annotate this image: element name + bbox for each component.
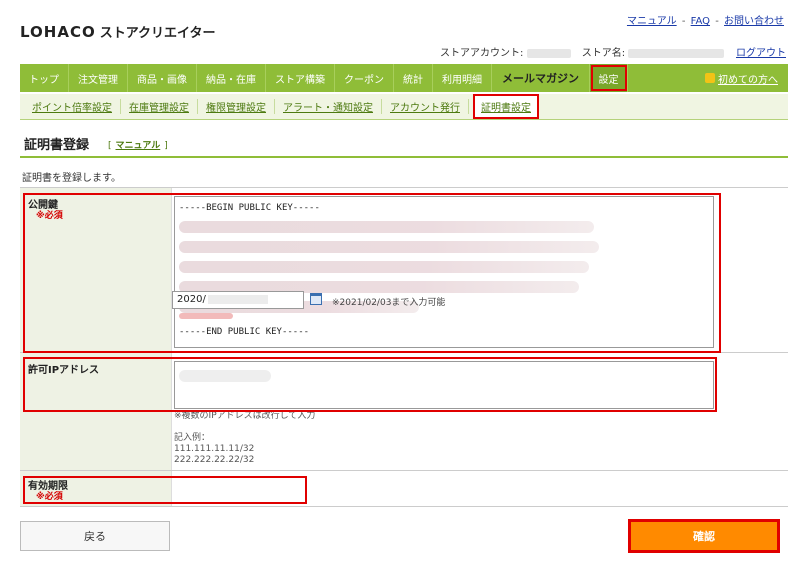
faq-link[interactable]: FAQ	[691, 16, 710, 27]
nav-item-products[interactable]: 商品・画像	[128, 64, 197, 92]
title-divider	[20, 156, 788, 158]
calendar-icon[interactable]	[310, 293, 322, 305]
key-redacted-line	[179, 261, 589, 273]
book-icon	[705, 73, 715, 83]
subnav-permissions[interactable]: 権限管理設定	[198, 99, 275, 114]
bracket-close: ]	[164, 141, 168, 151]
top-links: マニュアル - FAQ - お問い合わせ	[625, 12, 786, 27]
expiry-date-input[interactable]: 2020/	[172, 291, 304, 309]
subnav-alerts[interactable]: アラート・通知設定	[275, 99, 382, 114]
back-button[interactable]: 戻る	[20, 521, 170, 551]
page-title: 証明書登録	[24, 138, 90, 153]
expiry-value: 2020/	[177, 294, 206, 305]
key-redacted-line	[179, 313, 233, 319]
key-redacted-line	[179, 221, 594, 233]
bracket-open: [	[108, 141, 112, 151]
certificate-form: 公開鍵 ※必須 -----BEGIN PUBLIC KEY----- -----…	[20, 187, 788, 507]
beginners-guide-link[interactable]: 初めての方へ	[705, 64, 788, 92]
public-key-row: 公開鍵 ※必須 -----BEGIN PUBLIC KEY----- -----…	[20, 188, 788, 353]
ip-redacted-line	[179, 370, 271, 382]
store-value-redacted	[628, 48, 725, 58]
required-mark: ※必須	[36, 492, 63, 502]
nav-item-settings[interactable]: 設定	[590, 64, 628, 92]
expiry-row: 有効期限 ※必須	[20, 471, 788, 507]
nav-item-orders[interactable]: 注文管理	[69, 64, 128, 92]
lohaco-logo: LOHACO ストアクリエイター	[20, 22, 216, 41]
guide-label: 初めての方へ	[718, 74, 778, 86]
manual-link-group: [ マニュアル]	[108, 138, 168, 151]
nav-item-mail-magazine[interactable]: メールマガジン	[492, 64, 590, 92]
intro-text: 証明書を登録します。	[22, 173, 121, 184]
nav-item-coupon[interactable]: クーポン	[335, 64, 394, 92]
link-separator: -	[715, 16, 719, 27]
link-separator: -	[681, 16, 686, 27]
contact-link[interactable]: お問い合わせ	[724, 16, 784, 27]
manual-link[interactable]: マニュアル	[116, 141, 161, 151]
subnav-account-issue[interactable]: アカウント発行	[382, 99, 469, 114]
key-end-line: -----END PUBLIC KEY-----	[179, 327, 310, 337]
key-begin-line: -----BEGIN PUBLIC KEY-----	[179, 203, 320, 213]
expiry-redacted	[207, 294, 268, 304]
nav-item-stats[interactable]: 統計	[394, 64, 433, 92]
nav-item-top[interactable]: トップ	[20, 64, 69, 92]
nav-item-billing[interactable]: 利用明細	[433, 64, 492, 92]
confirm-button[interactable]: 確認	[628, 519, 780, 553]
store-label: ストア名:	[581, 48, 626, 59]
logo-text: LOHACO	[20, 23, 96, 41]
example-title: 記入例：	[174, 433, 211, 443]
example-ip-2: 222.222.22.22/32	[174, 455, 255, 465]
logout-link[interactable]: ログアウト	[736, 44, 786, 59]
subnav-point-rate[interactable]: ポイント倍率設定	[24, 99, 121, 114]
account-label: ストアアカウント:	[440, 48, 524, 59]
public-key-textarea[interactable]: -----BEGIN PUBLIC KEY----- -----END PUBL…	[174, 196, 714, 348]
expiry-note: ※2021/02/03まで入力可能	[332, 298, 446, 308]
sub-nav: ポイント倍率設定 在庫管理設定 権限管理設定 アラート・通知設定 アカウント発行…	[20, 94, 788, 120]
main-nav: トップ 注文管理 商品・画像 納品・在庫 ストア構築 クーポン 統計 利用明細 …	[20, 64, 788, 92]
account-info: ストアアカウント: ストア名: ログアウト	[440, 44, 786, 59]
ip-address-textarea[interactable]	[174, 361, 714, 409]
logo-subtext: ストアクリエイター	[99, 26, 216, 41]
nav-item-store-build[interactable]: ストア構築	[266, 64, 335, 92]
ip-address-row: 許可IPアドレス ※複数のIPアドレスは改行して入力 記入例： 111.111.…	[20, 353, 788, 471]
subnav-certificate[interactable]: 証明書設定	[473, 94, 539, 119]
ip-address-label: 許可IPアドレス	[28, 365, 100, 376]
account-value-redacted	[526, 48, 571, 58]
manual-top-link[interactable]: マニュアル	[627, 16, 677, 27]
example-ip-1: 111.111.11.11/32	[174, 444, 255, 454]
subnav-inventory[interactable]: 在庫管理設定	[121, 99, 198, 114]
nav-item-delivery[interactable]: 納品・在庫	[197, 64, 266, 92]
ip-hint: ※複数のIPアドレスは改行して入力	[174, 411, 316, 421]
key-redacted-line	[179, 241, 599, 253]
required-mark: ※必須	[36, 211, 63, 221]
